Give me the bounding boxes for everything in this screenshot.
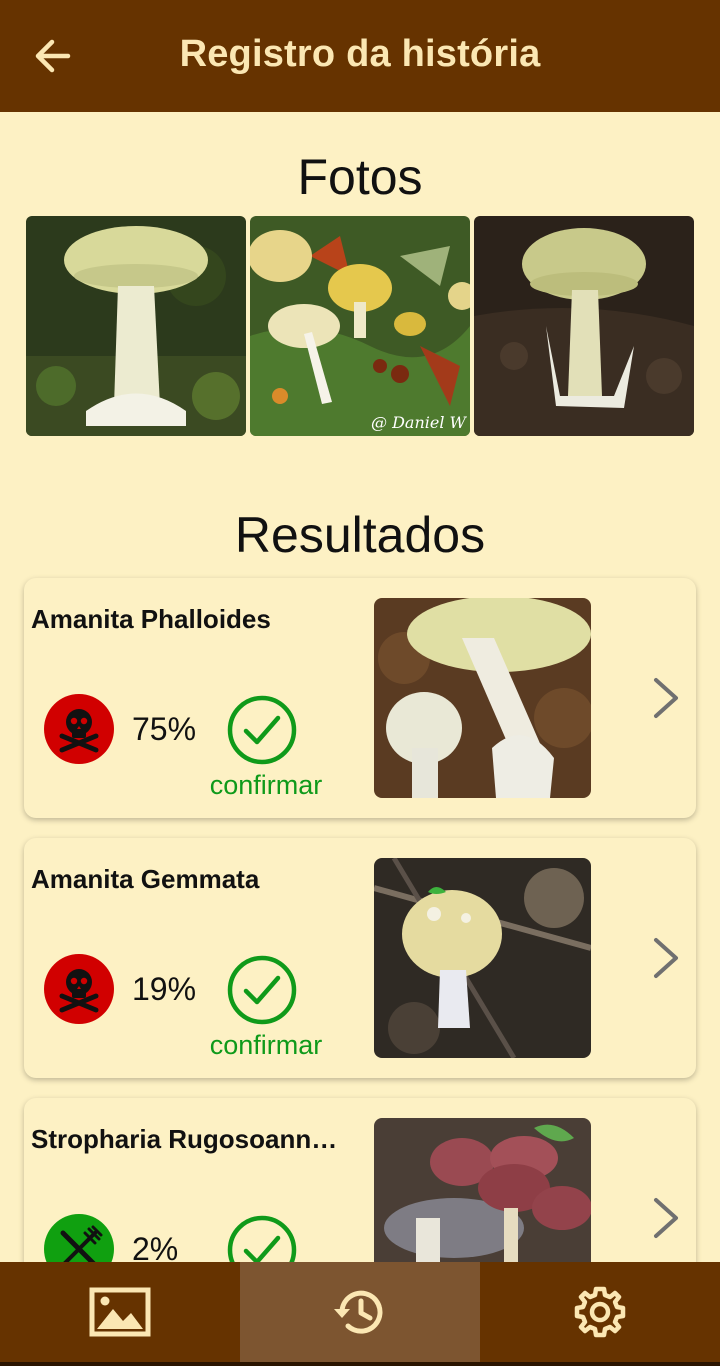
bottom-navigation <box>0 1262 720 1366</box>
skull-crossbones-icon <box>59 709 99 753</box>
species-thumbnail <box>374 858 591 1058</box>
mushroom-thumbnail-image <box>374 1118 591 1262</box>
check-circle-icon[interactable] <box>226 1214 298 1262</box>
photo-2[interactable]: @ Daniel W <box>250 216 470 436</box>
chevron-right-icon[interactable] <box>642 934 690 982</box>
edibility-badge <box>44 1214 114 1262</box>
fork-knife-icon <box>60 1225 103 1262</box>
toxicity-badge <box>44 694 114 764</box>
mushroom-thumbnail-image <box>374 598 591 798</box>
arrow-left-icon <box>35 39 71 73</box>
chevron-right-icon[interactable] <box>642 1194 690 1242</box>
species-thumbnail <box>374 598 591 798</box>
skull-crossbones-icon <box>59 969 99 1013</box>
results-list[interactable]: Amanita Phalloides 75% confirmar Amanita… <box>0 570 720 1262</box>
confidence-percent: 19% <box>132 971 197 1007</box>
toxicity-badge <box>44 954 114 1024</box>
nav-settings[interactable] <box>480 1262 720 1362</box>
species-name: Stropharia Rugosoannulata <box>31 1124 351 1154</box>
confidence-percent: 2% <box>132 1231 179 1262</box>
photos-row: @ Daniel W <box>26 216 696 436</box>
mushroom-photo-image <box>26 216 246 436</box>
results-section-title: Resultados <box>234 507 486 563</box>
species-thumbnail <box>374 1118 591 1262</box>
mushroom-photo-image <box>474 216 694 436</box>
gear-icon <box>574 1286 626 1338</box>
check-circle-icon[interactable] <box>226 694 298 766</box>
result-card[interactable]: Amanita Gemmata 19% confirmar <box>24 838 696 1078</box>
photos-section-title: Fotos <box>297 149 423 205</box>
confirm-button[interactable]: confirmar <box>204 770 328 801</box>
mushroom-thumbnail-image <box>374 858 591 1058</box>
mushroom-photo-image <box>250 216 470 436</box>
chevron-right-icon[interactable] <box>642 674 690 722</box>
nav-bottom-edge <box>0 1362 720 1366</box>
result-card[interactable]: Stropharia Rugosoannulata 2% confirmar <box>24 1098 696 1262</box>
history-icon <box>334 1290 383 1334</box>
confirm-button[interactable]: confirmar <box>204 1030 328 1061</box>
nav-history[interactable] <box>240 1262 480 1362</box>
result-card[interactable]: Amanita Phalloides 75% confirmar <box>24 578 696 818</box>
species-name: Amanita Gemmata <box>31 864 260 894</box>
nav-gallery[interactable] <box>0 1262 240 1362</box>
photo-1[interactable] <box>26 216 246 436</box>
image-gallery-icon <box>89 1287 151 1337</box>
app-bar: Registro da história <box>0 0 720 112</box>
species-name: Amanita Phalloides <box>31 604 271 634</box>
back-button[interactable] <box>28 34 76 78</box>
page-title: Registro da história <box>179 32 541 75</box>
check-circle-icon[interactable] <box>226 954 298 1026</box>
photo-3[interactable] <box>474 216 694 436</box>
confidence-percent: 75% <box>132 711 197 747</box>
